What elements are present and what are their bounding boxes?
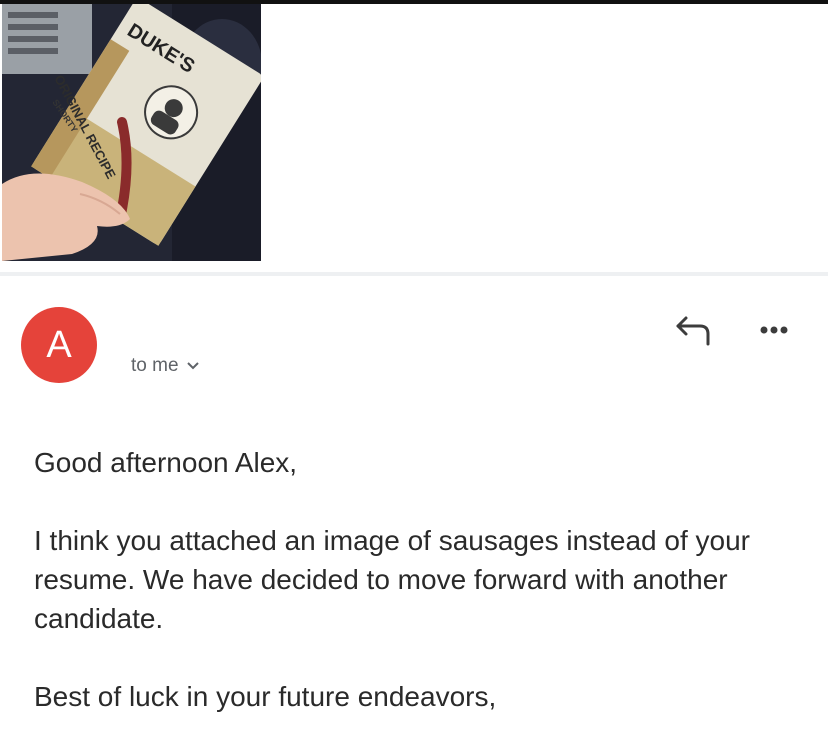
message-greeting: Good afternoon Alex, [34, 447, 298, 478]
sausage-package-photo: DUKE'S ORIGINAL RECIPE SHORTY [2, 4, 261, 261]
chevron-down-icon [186, 362, 199, 370]
reply-button[interactable] [672, 312, 718, 348]
more-options-button[interactable] [752, 312, 796, 348]
recipient-details-toggle[interactable]: to me [131, 355, 199, 377]
more-options-icon [760, 326, 788, 334]
section-divider [0, 272, 828, 276]
reply-icon [676, 316, 710, 346]
recipient-label: to me [131, 355, 179, 376]
message-body: Good afternoon Alex, I think you attache… [34, 443, 804, 716]
message-paragraph: I think you attached an image of sausage… [34, 525, 751, 634]
sender-avatar[interactable]: A [21, 307, 97, 383]
message-closing: Best of luck in your future endeavors, [34, 681, 497, 712]
attachment-image[interactable]: DUKE'S ORIGINAL RECIPE SHORTY [2, 4, 261, 261]
avatar-letter: A [46, 324, 72, 366]
email-view: DUKE'S ORIGINAL RECIPE SHORTY A to me Go… [0, 0, 828, 731]
